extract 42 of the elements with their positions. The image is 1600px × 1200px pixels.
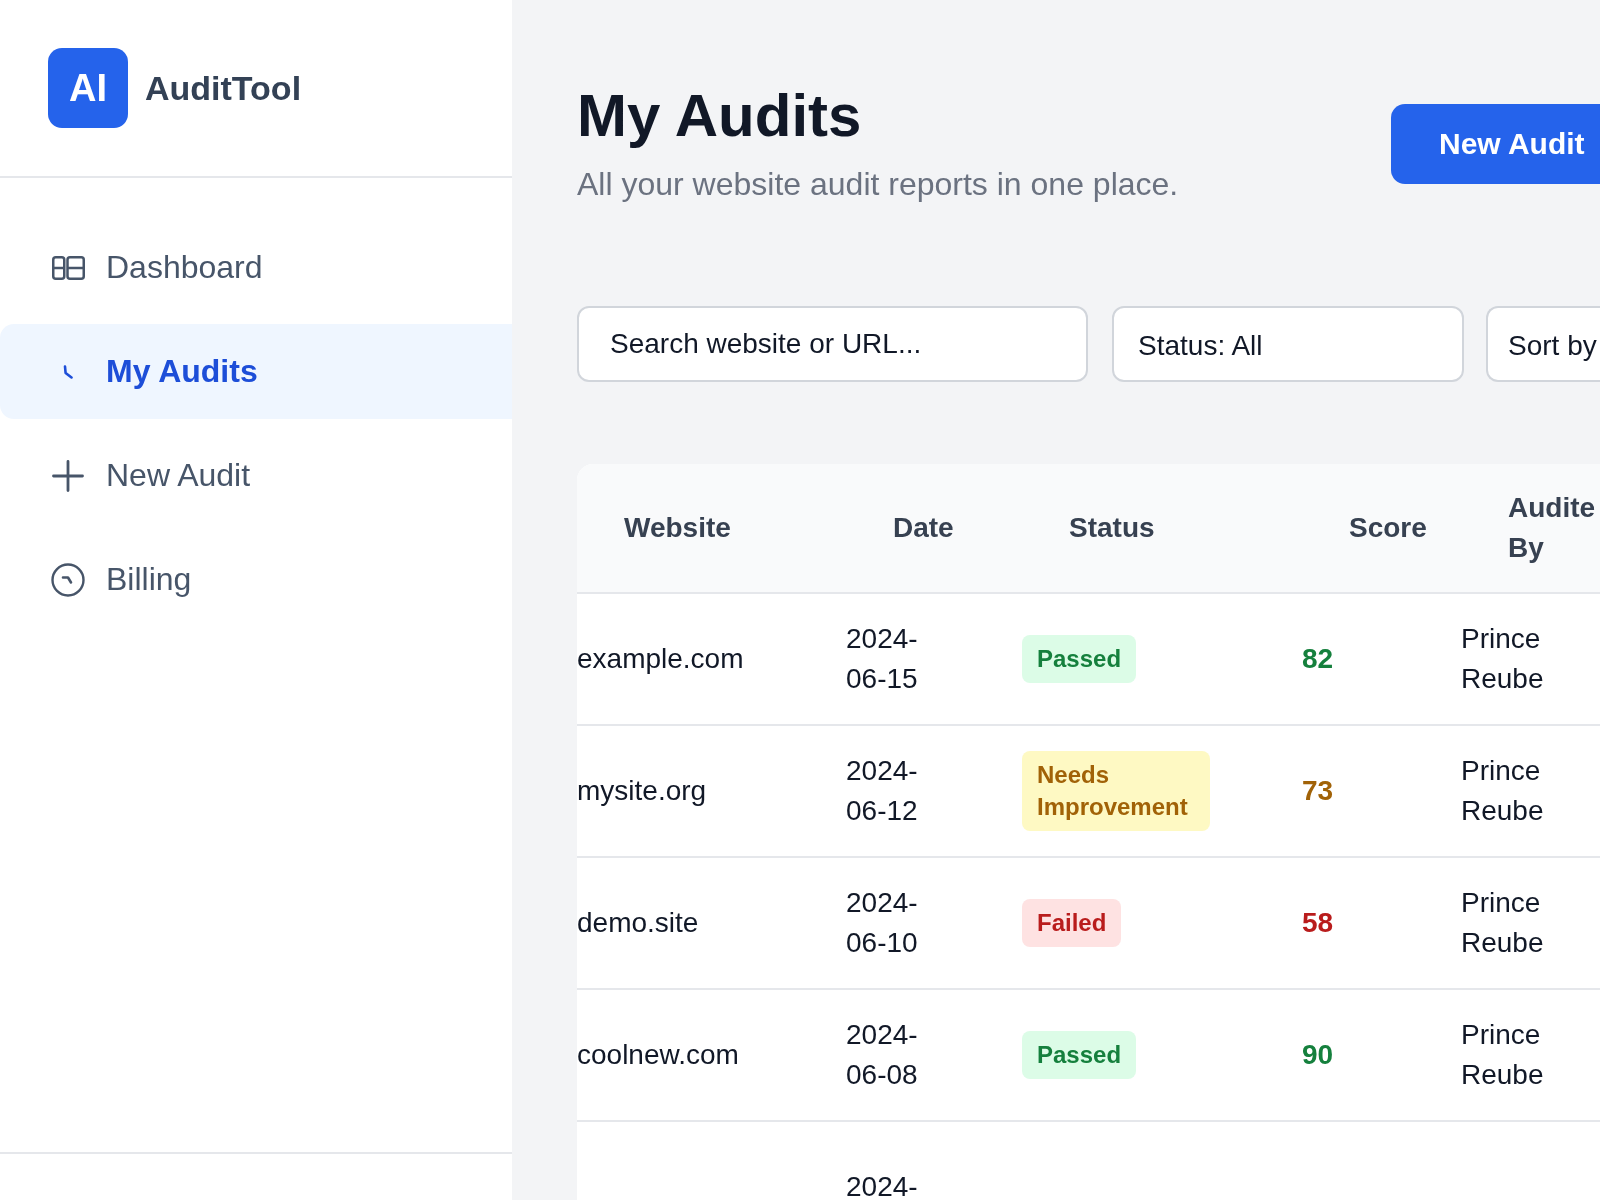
search-field[interactable]: Search website or URL... (577, 306, 1088, 382)
website-cell-text: mysite.org (577, 774, 707, 808)
website-cell-text: coolnew.com (577, 1038, 739, 1072)
status-filter[interactable]: Status: All (1112, 306, 1464, 382)
page-title: My Audits (577, 81, 863, 151)
auditor-cell-text: Prince Reube (1461, 622, 1545, 696)
status-badge: Failed (1022, 899, 1122, 947)
layout-grid-icon (51, 255, 85, 280)
auditor-cell-text: Prince Reube (1461, 886, 1545, 960)
nav-item[interactable]: My Audits (0, 324, 512, 419)
status-badge: Needs Improvement (1022, 751, 1210, 831)
score-value: 82 (1302, 642, 1334, 676)
column-header: Date (893, 511, 955, 545)
date-cell-text: 2024- (846, 1170, 918, 1200)
plus-icon (52, 459, 84, 492)
date-cell-text: 2024-06-15 (846, 622, 919, 696)
stroke-mark-icon (63, 364, 73, 379)
status-badge: Passed (1022, 1031, 1137, 1079)
score-value: 73 (1302, 774, 1334, 808)
status-badge: Passed (1022, 635, 1137, 683)
score-value: 90 (1302, 1038, 1334, 1072)
column-header: Website (624, 511, 732, 545)
nav-item[interactable]: New Audit (0, 428, 512, 523)
dial-icon (51, 562, 85, 597)
column-header: Audite By (1508, 491, 1597, 565)
column-header: Status (1069, 511, 1156, 545)
column-header: Score (1349, 511, 1428, 545)
date-cell-text: 2024-06-12 (846, 754, 919, 828)
website-cell-text: example.com (577, 642, 744, 676)
logo-mark: AI (48, 48, 128, 128)
sort-filter[interactable]: Sort by (1486, 306, 1600, 382)
website-cell-text: demo.site (577, 906, 699, 940)
auditor-cell-text: Prince Reube (1461, 1018, 1545, 1092)
nav-item[interactable]: Billing (0, 532, 512, 627)
date-cell-text: 2024-06-08 (846, 1018, 919, 1092)
page-subtitle: All your website audit reports in one place. (577, 166, 1179, 202)
score-value: 58 (1302, 906, 1334, 940)
auditor-cell-text: Prince Reube (1461, 754, 1545, 828)
app-name: AuditTool (145, 68, 302, 108)
nav-item[interactable]: Dashboard (0, 220, 512, 315)
new-audit-button[interactable]: New Audit (1391, 104, 1600, 184)
date-cell-text: 2024-06-10 (846, 886, 919, 960)
